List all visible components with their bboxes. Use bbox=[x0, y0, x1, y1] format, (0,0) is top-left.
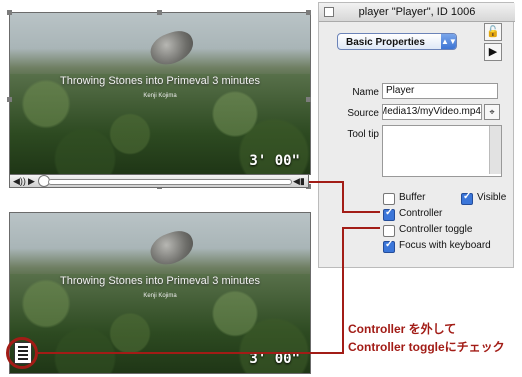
video-time: 3' 00" bbox=[249, 153, 300, 169]
controller-label: Controller bbox=[399, 208, 443, 219]
resize-handle[interactable] bbox=[306, 10, 311, 15]
video-controller-bar[interactable]: ◀)) ▶ ◀▮ bbox=[9, 174, 309, 188]
tooltip-scrollbar[interactable] bbox=[489, 126, 501, 174]
resize-handle[interactable] bbox=[7, 10, 12, 15]
source-field[interactable]: Media13/myVideo.mp4 bbox=[382, 104, 482, 120]
visible-checkbox[interactable] bbox=[461, 191, 473, 205]
focus-keyboard-checkbox[interactable] bbox=[383, 239, 395, 253]
stone-image bbox=[146, 226, 198, 270]
controller-toggle-label: Controller toggle bbox=[399, 224, 473, 235]
video-player-with-controller[interactable]: Throwing Stones into Primeval 3 minutes … bbox=[9, 12, 311, 175]
video-title: Throwing Stones into Primeval 3 minutes bbox=[60, 275, 260, 287]
video-player-controller-toggle[interactable]: Throwing Stones into Primeval 3 minutes … bbox=[9, 212, 311, 374]
visible-label: Visible bbox=[477, 192, 507, 203]
resize-handle[interactable] bbox=[7, 97, 12, 102]
buffer-label: Buffer bbox=[399, 192, 426, 203]
source-label: Source bbox=[347, 108, 379, 119]
window-title: player "Player", ID 1006 bbox=[358, 6, 476, 18]
play-icon[interactable]: ▶ bbox=[28, 176, 35, 187]
annotation-text-2: Controller toggleにチェック bbox=[348, 340, 505, 354]
annotation-line bbox=[342, 211, 380, 213]
name-field[interactable]: Player bbox=[382, 83, 498, 99]
controller-toggle-checkbox[interactable] bbox=[383, 225, 395, 237]
close-icon[interactable] bbox=[324, 7, 334, 17]
controller-checkbox[interactable] bbox=[383, 207, 395, 221]
inspector-title-bar: player "Player", ID 1006 bbox=[319, 3, 515, 22]
name-label: Name bbox=[352, 87, 379, 98]
annotation-text-1: Controller を外して bbox=[348, 322, 457, 336]
timeline-track[interactable] bbox=[48, 179, 292, 185]
run-icon[interactable]: ▶ bbox=[484, 43, 502, 61]
annotation-line bbox=[342, 181, 344, 212]
stone-image bbox=[146, 26, 198, 70]
step-back-icon[interactable]: ◀▮ bbox=[293, 176, 305, 187]
volume-icon[interactable]: ◀)) bbox=[13, 176, 26, 187]
popup-arrow-icon: ▲▼ bbox=[441, 34, 457, 49]
annotation-line bbox=[38, 352, 344, 354]
popup-label: Basic Properties bbox=[346, 37, 425, 48]
source-value: Media13/myVideo.mp4 bbox=[382, 106, 481, 117]
video-subtitle: Kenji Kojima bbox=[143, 293, 177, 299]
buffer-checkbox[interactable] bbox=[383, 193, 395, 205]
highlight-circle bbox=[6, 337, 38, 369]
video-title: Throwing Stones into Primeval 3 minutes bbox=[60, 75, 260, 87]
tooltip-label: Tool tip bbox=[347, 129, 379, 140]
resize-handle[interactable] bbox=[306, 97, 311, 102]
annotation-line bbox=[309, 181, 343, 183]
tooltip-textarea[interactable] bbox=[382, 125, 502, 177]
properties-popup[interactable]: Basic Properties ▲▼ bbox=[337, 33, 457, 50]
annotation-line bbox=[342, 227, 380, 229]
resize-handle[interactable] bbox=[157, 10, 162, 15]
video-subtitle: Kenji Kojima bbox=[143, 93, 177, 99]
lock-icon[interactable]: 🔓 bbox=[484, 23, 502, 41]
annotation-line bbox=[342, 227, 344, 353]
browse-folder-icon[interactable]: ⌖ bbox=[484, 104, 500, 120]
focus-keyboard-label: Focus with keyboard bbox=[399, 240, 491, 251]
